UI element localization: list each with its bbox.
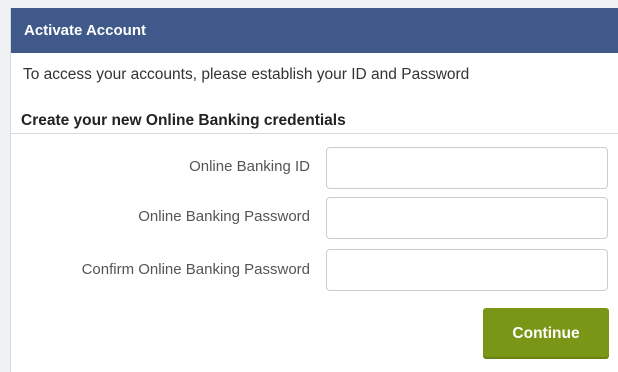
activate-account-panel: Activate Account To access your accounts… <box>10 8 618 372</box>
online-banking-id-label: Online Banking ID <box>189 158 310 175</box>
panel-header: Activate Account <box>11 8 618 53</box>
section-divider <box>11 133 618 134</box>
section-title: Create your new Online Banking credentia… <box>21 112 346 129</box>
continue-button[interactable]: Continue <box>483 308 609 359</box>
intro-text: To access your accounts, please establis… <box>23 66 470 83</box>
confirm-password-input[interactable] <box>326 249 608 291</box>
online-banking-password-input[interactable] <box>326 197 608 239</box>
online-banking-id-input[interactable] <box>326 147 608 189</box>
online-banking-password-label: Online Banking Password <box>138 208 310 225</box>
confirm-password-label: Confirm Online Banking Password <box>81 261 310 278</box>
